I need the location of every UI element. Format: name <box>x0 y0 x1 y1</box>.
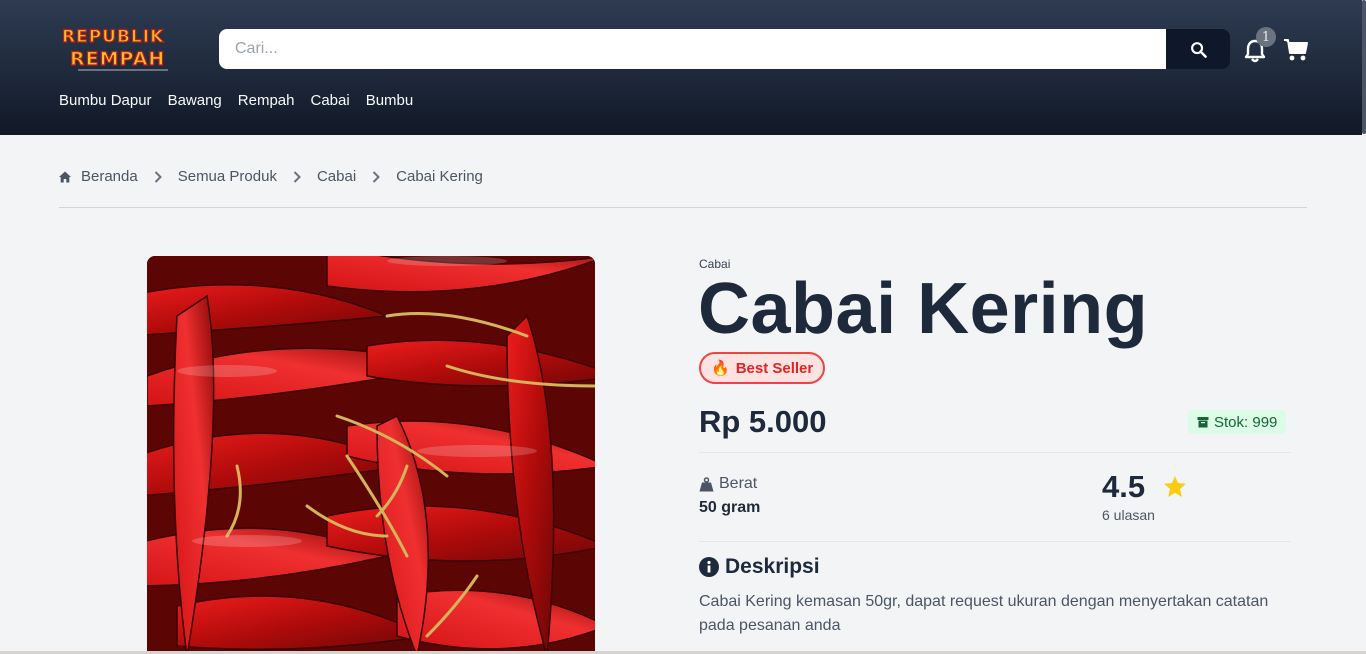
weight-value: 50 gram <box>699 499 761 516</box>
rating-value: 4.5 <box>1102 469 1146 504</box>
best-seller-badge: 🔥 Best Seller <box>699 352 826 384</box>
weight-label-text: Berat <box>719 475 758 492</box>
divider <box>699 541 1291 542</box>
badge-label: Best Seller <box>735 359 814 377</box>
nav-item-cabai[interactable]: Cabai <box>310 92 349 109</box>
site-header: REPUBLIK REMPAH 1 Bumbu Dapur Bawang Rem… <box>0 0 1362 135</box>
weight-label: Berat <box>699 475 757 493</box>
category-nav: Bumbu Dapur Bawang Rempah Cabai Bumbu <box>59 92 413 109</box>
nav-item-rempah[interactable]: Rempah <box>238 92 295 109</box>
breadcrumb-cabai[interactable]: Cabai <box>317 168 356 185</box>
cart-icon <box>1284 39 1308 61</box>
weight-icon <box>699 476 714 491</box>
search-bar <box>219 29 1230 69</box>
svg-text:REMPAH: REMPAH <box>70 48 165 70</box>
search-icon <box>1190 41 1207 58</box>
action-buttons-edge <box>878 649 1288 654</box>
star-icon <box>1163 475 1187 503</box>
home-icon <box>59 171 71 183</box>
search-button[interactable] <box>1166 29 1230 69</box>
scrollbar[interactable] <box>1362 0 1366 654</box>
box-icon <box>1197 417 1209 428</box>
info-icon <box>699 557 719 577</box>
chevron-right-icon <box>154 170 162 183</box>
chevron-right-icon <box>293 170 301 183</box>
review-count[interactable]: 6 ulasan <box>1102 507 1155 523</box>
scrollbar-thumb[interactable] <box>1362 0 1366 134</box>
description-heading-text: Deskripsi <box>725 555 820 578</box>
nav-item-bumbu[interactable]: Bumbu <box>366 92 414 109</box>
breadcrumb: Beranda Semua Produk Cabai Cabai Kering <box>59 168 483 185</box>
description-text: Cabai Kering kemasan 50gr, dapat request… <box>699 593 1269 634</box>
nav-item-bumbu-dapur[interactable]: Bumbu Dapur <box>59 92 152 109</box>
product-title: Cabai Kering <box>698 269 1149 349</box>
svg-text:REPUBLIK: REPUBLIK <box>62 27 164 47</box>
notification-badge: 1 <box>1256 27 1276 47</box>
stock-badge: Stok: 999 <box>1188 410 1287 434</box>
product-image[interactable] <box>147 256 595 654</box>
cart-button[interactable] <box>1283 38 1309 62</box>
chevron-right-icon <box>372 170 381 183</box>
logo[interactable]: REPUBLIK REMPAH <box>60 24 186 76</box>
fire-icon: 🔥 <box>711 360 730 377</box>
breadcrumb-current: Cabai Kering <box>396 168 483 185</box>
breadcrumb-beranda[interactable]: Beranda <box>81 168 138 185</box>
breadcrumb-divider <box>59 207 1307 208</box>
nav-item-bawang[interactable]: Bawang <box>168 92 222 109</box>
product-price: Rp 5.000 <box>699 404 827 439</box>
stock-label: Stok: 999 <box>1214 413 1278 431</box>
search-input[interactable] <box>219 29 1166 69</box>
divider <box>699 452 1291 453</box>
breadcrumb-semua-produk[interactable]: Semua Produk <box>178 168 277 185</box>
description-heading: Deskripsi <box>699 555 820 579</box>
